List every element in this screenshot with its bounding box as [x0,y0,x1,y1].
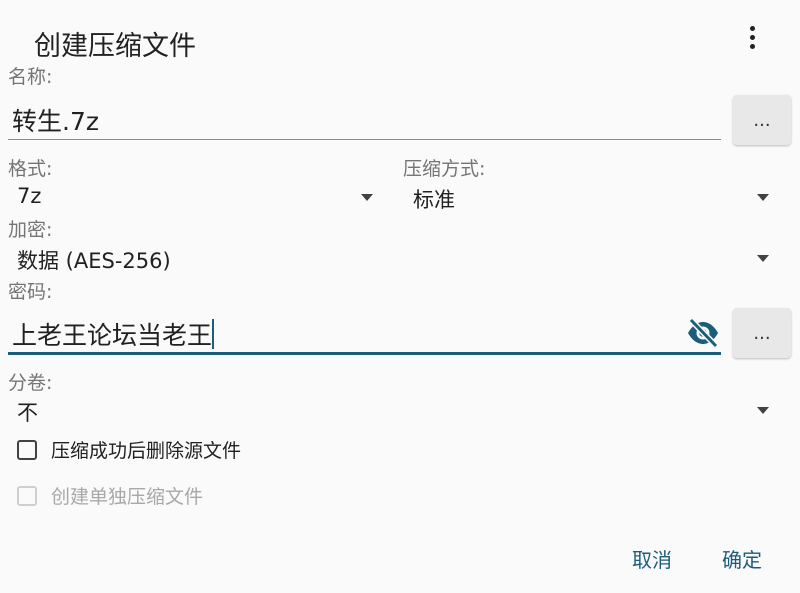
password-input[interactable]: 上老王论坛当老王 [12,316,212,352]
password-browse-button[interactable]: ... [733,308,791,358]
compression-label: 压缩方式: [403,158,486,180]
split-spinner[interactable]: 不 [8,393,783,427]
format-label: 格式: [8,158,53,180]
cancel-button[interactable]: 取消 [624,540,680,577]
format-spinner[interactable]: 7z [8,180,388,214]
separate-archives-label: 创建单独压缩文件 [51,486,204,508]
more-vert-icon[interactable] [740,26,764,54]
text-cursor [212,319,215,349]
ok-button[interactable]: 确定 [714,540,770,577]
separate-archives-checkbox [17,485,37,506]
name-label: 名称: [8,66,53,88]
compression-spinner[interactable]: 标准 [403,180,783,214]
delete-source-option[interactable]: 压缩成功后删除源文件 [17,436,241,463]
chevron-down-icon [757,407,769,414]
encryption-label: 加密: [8,219,53,241]
dialog-title: 创建压缩文件 [34,31,196,62]
password-field[interactable]: 上老王论坛当老王 [8,312,721,356]
encryption-spinner[interactable]: 数据 (AES-256) [8,241,783,275]
encryption-selected-value: 数据 (AES-256) [17,249,171,273]
name-input-underline [8,139,721,140]
split-label: 分卷: [8,372,53,394]
chevron-down-icon [757,255,769,262]
chevron-down-icon [361,194,373,201]
split-selected-value: 不 [17,401,38,425]
name-input[interactable] [8,98,721,142]
compression-selected-value: 标准 [413,188,455,212]
chevron-down-icon [757,194,769,201]
eye-off-icon[interactable] [686,318,720,348]
name-browse-button[interactable]: ... [733,95,791,145]
format-selected-value: 7z [17,184,42,208]
separate-archives-option: 创建单独压缩文件 [17,482,203,509]
password-input-underline [8,352,721,355]
password-label: 密码: [8,281,53,303]
delete-source-checkbox[interactable] [17,439,37,460]
delete-source-label: 压缩成功后删除源文件 [51,440,242,462]
